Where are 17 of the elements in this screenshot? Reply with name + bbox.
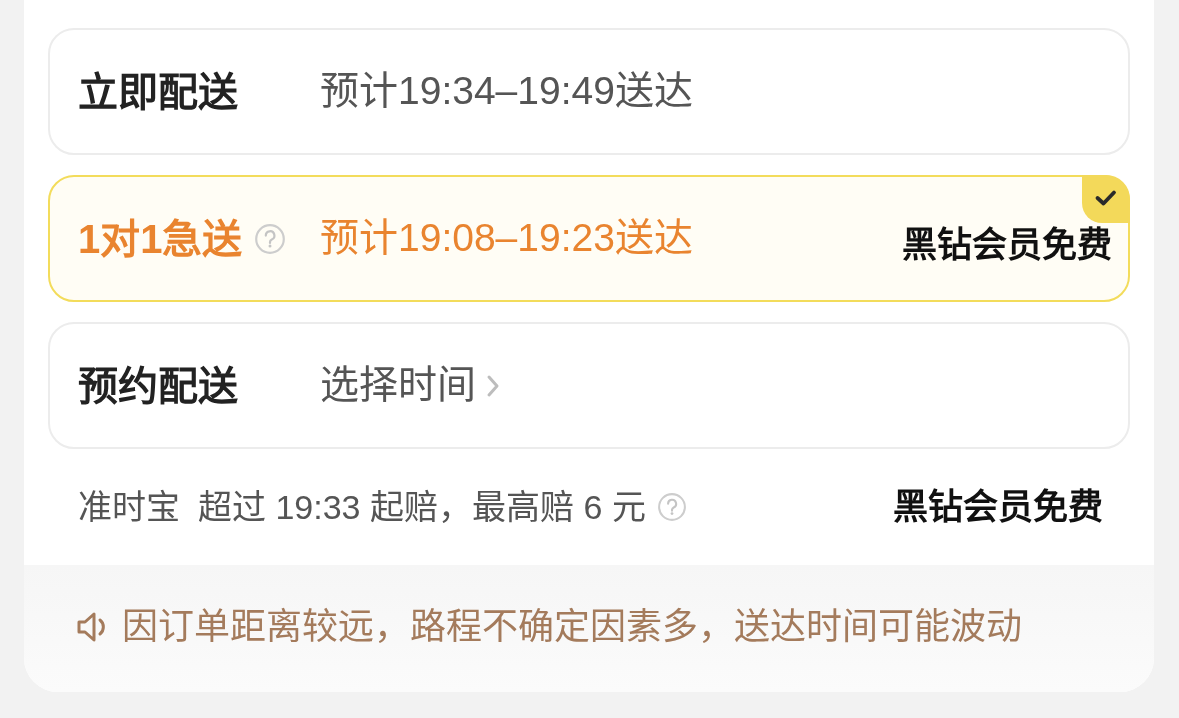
- member-free-note: 黑钻会员免费: [893, 486, 1103, 528]
- option-name: 预约配送: [78, 362, 238, 410]
- delivery-option-card[interactable]: 1对1急送 预计19:08–19:23送达 黑钻会员免费: [48, 175, 1130, 302]
- help-icon[interactable]: [657, 493, 686, 521]
- option-name: 立即配送: [78, 68, 238, 116]
- delivery-option-card[interactable]: 预约配送 选择时间: [48, 322, 1130, 449]
- member-free-note: 黑钻会员免费: [902, 227, 1112, 262]
- time-picker-link[interactable]: 选择时间: [320, 362, 476, 409]
- notice-text: 因订单距离较远，路程不确定因素多，送达时间可能波动: [122, 604, 1022, 649]
- guarantee-label: 准时宝: [78, 486, 180, 528]
- option-name: 1对1急送: [78, 215, 243, 263]
- delivery-time: 预计19:08–19:23送达: [320, 215, 693, 262]
- help-icon[interactable]: [254, 223, 285, 254]
- check-icon: [1082, 175, 1130, 223]
- delivery-option-card[interactable]: 立即配送 预计19:34–19:49送达: [48, 28, 1130, 155]
- delivery-time: 预计19:34–19:49送达: [320, 68, 693, 115]
- guarantee-text: 超过 19:33 起赔，最高赔 6 元: [198, 486, 646, 528]
